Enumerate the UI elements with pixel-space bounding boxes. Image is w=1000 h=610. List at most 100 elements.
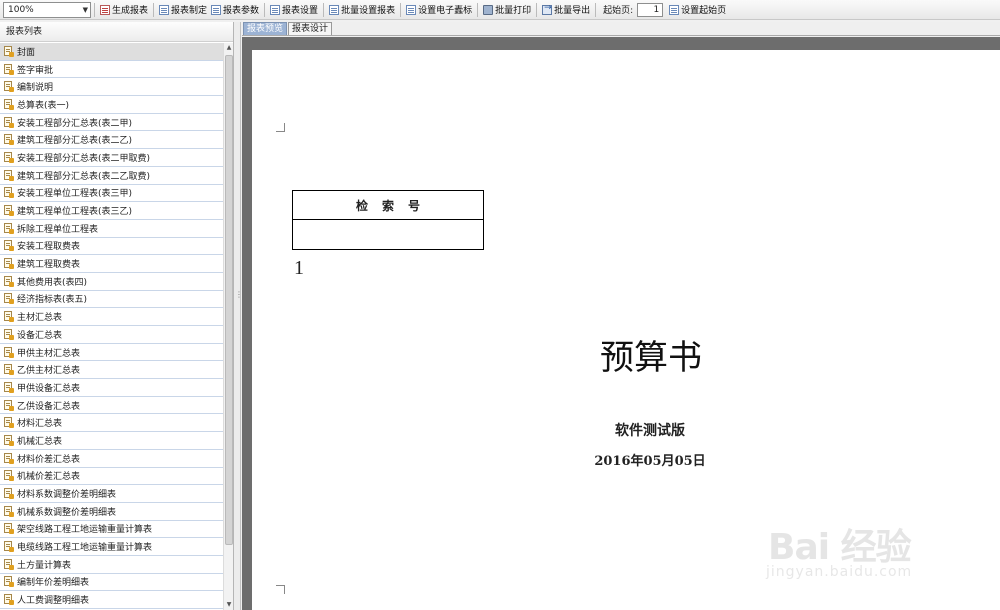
- report-design-button[interactable]: 报表制定: [157, 1, 209, 19]
- report-settings-label: 报表设置: [282, 6, 319, 16]
- report-list-item[interactable]: 电缆线路工程工地运输重量计算表: [0, 538, 223, 556]
- report-item-label: 机械系数调整价差明细表: [17, 507, 117, 518]
- report-item-label: 安装工程单位工程表(表三甲): [17, 189, 133, 200]
- report-item-label: 编制年价差明细表: [17, 578, 90, 589]
- e-label-button[interactable]: 设置电子蠹标: [404, 1, 474, 19]
- report-list-item[interactable]: 建筑工程单位工程表(表三乙): [0, 202, 223, 220]
- report-list-item[interactable]: 编制年价差明细表: [0, 574, 223, 592]
- batch-print-label: 批量打印: [495, 6, 532, 16]
- report-item-label: 安装工程部分汇总表(表二甲取费): [17, 153, 151, 164]
- report-list-item[interactable]: 经济指标表(表五): [0, 291, 223, 309]
- report-list-item[interactable]: 安装工程单位工程表(表三甲): [0, 185, 223, 203]
- report-icon: [3, 205, 14, 217]
- tab-report-preview[interactable]: 报表预览: [243, 22, 288, 35]
- report-item-label: 安装工程部分汇总表(表二甲): [17, 118, 133, 129]
- panel-splitter[interactable]: ⋮: [234, 22, 243, 610]
- batch-print-button[interactable]: 批量打印: [481, 1, 533, 19]
- report-list-item[interactable]: 其他费用表(表四): [0, 273, 223, 291]
- tab-report-design[interactable]: 报表设计: [288, 22, 333, 35]
- toolbar: 100% ▼ 生成报表 报表制定 报表参数 报表设置 批量设置报表 设置电子蠹标…: [0, 0, 1000, 20]
- report-icon: [3, 169, 14, 181]
- report-item-label: 经济指标表(表五): [17, 295, 88, 306]
- scrollbar-thumb[interactable]: [225, 55, 233, 545]
- zoom-select[interactable]: 100% ▼: [3, 1, 91, 18]
- report-list-item[interactable]: 架空线路工程工地运输重量计算表: [0, 521, 223, 539]
- scroll-up-icon[interactable]: ▲: [224, 43, 234, 53]
- start-page-input[interactable]: 1: [637, 2, 664, 17]
- batch-settings-button[interactable]: 批量设置报表: [327, 1, 397, 19]
- set-start-page-button[interactable]: 设置起始页: [667, 1, 728, 19]
- toolbar-separator: [264, 2, 266, 17]
- report-item-label: 签字审批: [17, 65, 54, 76]
- report-list-item[interactable]: 甲供设备汇总表: [0, 379, 223, 397]
- report-params-button[interactable]: 报表参数: [209, 1, 261, 19]
- zoom-value: 100%: [8, 4, 34, 15]
- report-list-item[interactable]: 建筑工程部分汇总表(表二乙): [0, 131, 223, 150]
- report-list-item[interactable]: 材料系数调整价差明细表: [0, 485, 223, 503]
- report-list-item[interactable]: 乙供设备汇总表: [0, 397, 223, 415]
- batch-export-label: 批量导出: [554, 6, 591, 16]
- report-icon: [3, 151, 14, 163]
- report-icon: [3, 63, 14, 75]
- report-icon: [3, 452, 14, 464]
- e-label-label: 设置电子蠹标: [418, 6, 473, 16]
- report-list-item[interactable]: 安装工程部分汇总表(表二甲取费): [0, 149, 223, 167]
- report-item-label: 拆除工程单位工程表: [17, 224, 99, 235]
- toolbar-separator: [400, 2, 402, 17]
- report-list-item[interactable]: 土方量计算表: [0, 556, 223, 574]
- report-list-item[interactable]: 甲供主材汇总表: [0, 344, 223, 362]
- report-item-label: 建筑工程单位工程表(表三乙): [17, 207, 133, 218]
- report-icon: [3, 116, 14, 128]
- report-list-item[interactable]: 建筑工程部分汇总表(表二乙取费): [0, 167, 223, 185]
- report-settings-button[interactable]: 报表设置: [268, 1, 320, 19]
- report-list-item[interactable]: 安装工程取费表: [0, 238, 223, 256]
- report-list-item[interactable]: 机械系数调整价差明细表: [0, 503, 223, 521]
- report-icon: [3, 275, 14, 287]
- report-icon: [3, 134, 14, 146]
- report-list-item[interactable]: 机械价差汇总表: [0, 468, 223, 486]
- report-item-label: 甲供设备汇总表: [17, 383, 81, 394]
- report-icon: [3, 381, 14, 393]
- report-list-item[interactable]: 封面: [0, 43, 223, 61]
- report-item-label: 乙供主材汇总表: [17, 366, 81, 377]
- chevron-down-icon: ▼: [82, 5, 88, 14]
- report-list-item[interactable]: 机械汇总表: [0, 432, 223, 450]
- report-item-label: 建筑工程部分汇总表(表二乙): [17, 136, 133, 147]
- report-item-label: 建筑工程取费表: [17, 260, 81, 271]
- report-item-label: 设备汇总表: [17, 330, 63, 341]
- report-icon: [3, 594, 14, 606]
- watermark-url: jingyan.baidu.com: [766, 564, 913, 580]
- report-params-icon: [211, 4, 222, 15]
- batch-export-button[interactable]: 批量导出: [540, 1, 592, 19]
- report-list-item[interactable]: 材料价差汇总表: [0, 450, 223, 468]
- report-list-item[interactable]: 拆除工程单位工程表: [0, 220, 223, 238]
- report-list-item[interactable]: 设备汇总表: [0, 326, 223, 344]
- report-list-item[interactable]: 签字审批: [0, 61, 223, 79]
- report-list-item[interactable]: 编制说明: [0, 78, 223, 97]
- vertical-scrollbar[interactable]: ▲ ▼: [223, 43, 233, 610]
- report-item-label: 材料价差汇总表: [17, 454, 81, 465]
- report-list-item[interactable]: 总算表(表一): [0, 96, 223, 114]
- report-list-item[interactable]: 安装工程部分汇总表(表二甲): [0, 114, 223, 132]
- report-icon: [3, 81, 14, 93]
- report-item-label: 建筑工程部分汇总表(表二乙取费): [17, 171, 151, 182]
- report-list-panel: 报表列表 封面 签字审批 编制说明 总算表(表一) 安装工程部分汇总表(表二甲) 建筑工程…: [0, 22, 234, 610]
- report-list-item[interactable]: 建筑工程取费表: [0, 255, 223, 273]
- report-list-item[interactable]: 材料汇总表: [0, 414, 223, 433]
- generate-report-button[interactable]: 生成报表: [98, 1, 150, 19]
- report-item-label: 土方量计算表: [17, 560, 72, 571]
- report-list-item[interactable]: 主材汇总表: [0, 308, 223, 326]
- report-icon: [3, 98, 14, 110]
- report-icon: [3, 558, 14, 570]
- report-list-item[interactable]: 人工费调整明细表: [0, 591, 223, 609]
- toolbar-separator: [536, 2, 538, 17]
- report-item-label: 主材汇总表: [17, 313, 63, 324]
- document-title: 预算书: [600, 338, 702, 378]
- report-item-label: 机械价差汇总表: [17, 472, 81, 483]
- report-item-label: 材料汇总表: [17, 419, 63, 430]
- report-list-item[interactable]: 乙供主材汇总表: [0, 361, 223, 380]
- report-item-label: 甲供主材汇总表: [17, 348, 81, 359]
- report-generate-icon: [100, 4, 110, 15]
- watermark-logo: Bai 经验: [768, 527, 912, 568]
- scroll-down-icon[interactable]: ▼: [224, 600, 234, 610]
